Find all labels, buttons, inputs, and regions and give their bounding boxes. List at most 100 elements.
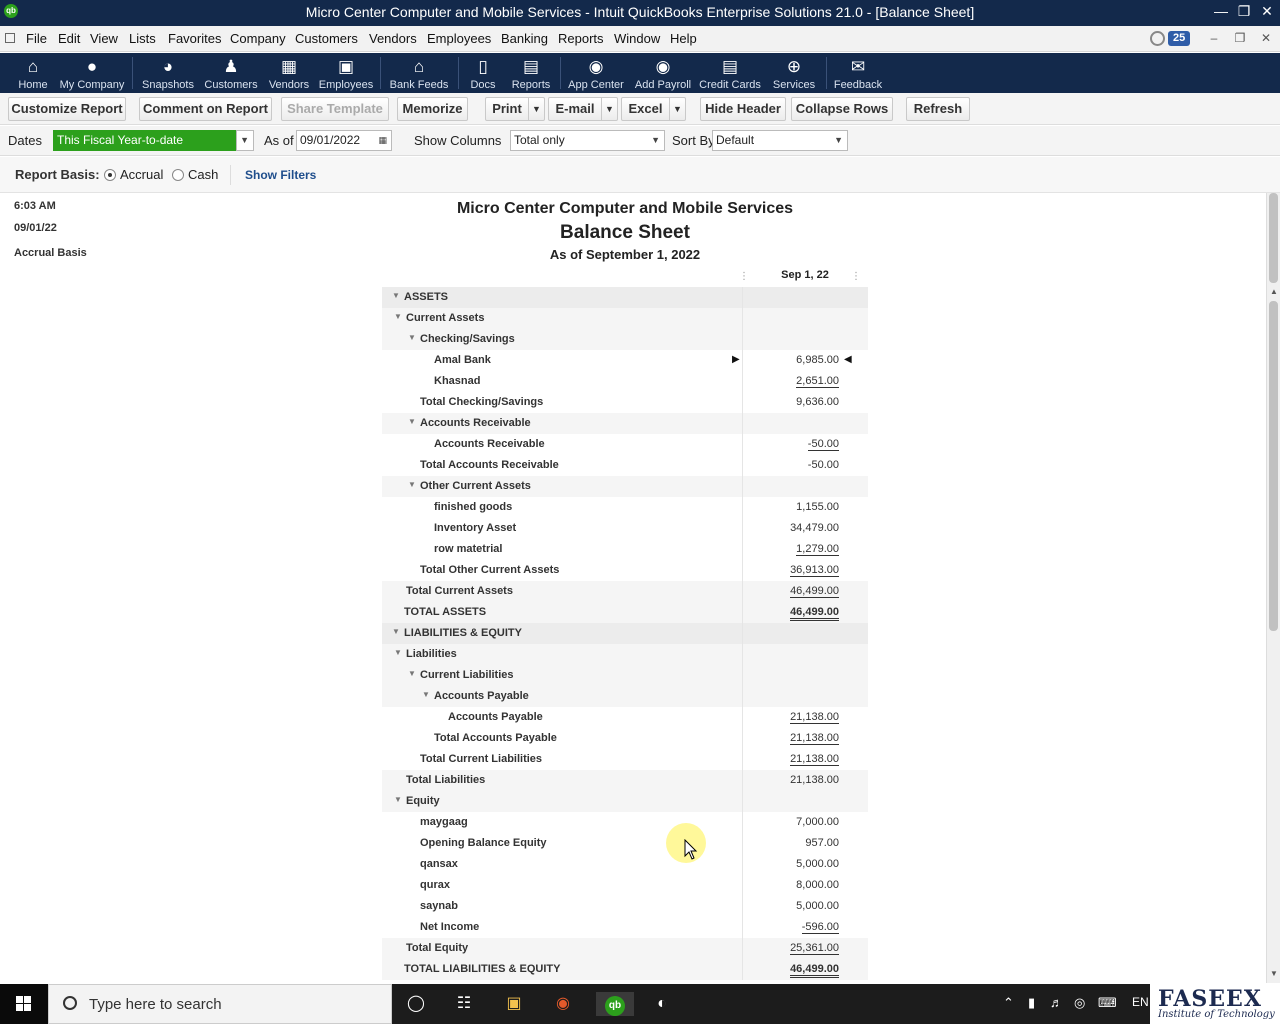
row-amount[interactable]: 21,138.00 (790, 753, 839, 766)
hide-header-button[interactable]: Hide Header (700, 97, 786, 121)
volume-icon[interactable]: ♬ (1050, 995, 1063, 1010)
restore-icon[interactable]: ❐ (1233, 3, 1255, 20)
menu-banking[interactable]: Banking (501, 31, 548, 46)
row-amount[interactable]: -596.00 (801, 921, 839, 934)
menu-help[interactable]: Help (670, 31, 697, 46)
task-view-icon[interactable]: ☷ (452, 992, 476, 1016)
row-amount[interactable]: 46,499.00 (790, 963, 839, 978)
collapse-triangle-icon[interactable]: ▼ (422, 690, 430, 699)
iconbar-credit-cards[interactable]: ▤ Credit Cards (698, 53, 762, 93)
row-amount[interactable]: 6,985.00 (796, 354, 839, 366)
report-row[interactable]: Total Accounts Receivable -50.00 (382, 455, 868, 476)
report-row[interactable]: Accounts Receivable -50.00 (382, 434, 868, 455)
iconbar-vendors[interactable]: ▦ Vendors (264, 53, 314, 93)
reminders-badge[interactable]: 25 (1168, 31, 1191, 46)
report-row[interactable]: ▼ LIABILITIES & EQUITY (382, 623, 868, 644)
collapse-triangle-icon[interactable]: ▼ (392, 627, 400, 636)
start-button[interactable] (0, 984, 48, 1024)
quickbooks-taskbar-icon[interactable]: qb (596, 992, 634, 1016)
report-row[interactable]: Total Liabilities 21,138.00 (382, 770, 868, 791)
email-button[interactable]: E-mail ▼ (548, 97, 618, 121)
menu-company[interactable]: Company (230, 31, 286, 46)
report-row[interactable]: saynab 5,000.00 (382, 896, 868, 917)
report-row[interactable]: qansax 5,000.00 (382, 854, 868, 875)
file-explorer-icon[interactable]: ▣ (502, 992, 526, 1016)
document-menu-icon[interactable] (5, 33, 15, 43)
iconbar-docs[interactable]: ▯ Docs (466, 53, 500, 93)
row-amount[interactable]: -50.00 (808, 459, 839, 471)
menu-reports[interactable]: Reports (558, 31, 604, 46)
iconbar-add-payroll[interactable]: ◉ Add Payroll (632, 53, 694, 93)
row-amount[interactable]: 9,636.00 (796, 396, 839, 408)
iconbar-employees[interactable]: ▣ Employees (318, 53, 374, 93)
report-row[interactable]: qurax 8,000.00 (382, 875, 868, 896)
report-row[interactable]: ▼ Accounts Receivable (382, 413, 868, 434)
row-amount[interactable]: 8,000.00 (796, 879, 839, 891)
menu-view[interactable]: View (90, 31, 118, 46)
report-row[interactable]: ▼ Equity (382, 791, 868, 812)
iconbar-snapshots[interactable]: ◕ Snapshots (140, 53, 196, 93)
row-amount[interactable]: 2,651.00 (796, 375, 839, 388)
calendar-icon[interactable]: ▦ (378, 131, 387, 150)
row-amount[interactable]: 7,000.00 (796, 816, 839, 828)
reminders-clock-icon[interactable] (1150, 31, 1165, 46)
report-row[interactable]: ▼ Current Assets (382, 308, 868, 329)
print-button[interactable]: Print ▼ (485, 97, 545, 121)
dates-select[interactable]: This Fiscal Year-to-date (53, 130, 237, 151)
report-row[interactable]: Net Income -596.00 (382, 917, 868, 938)
iconbar-feedback[interactable]: ✉ Feedback (832, 53, 884, 93)
row-amount[interactable]: 25,361.00 (790, 942, 839, 955)
iconbar-app-center[interactable]: ◉ App Center (566, 53, 626, 93)
report-row[interactable]: TOTAL LIABILITIES & EQUITY 46,499.00 (382, 959, 868, 980)
network-icon[interactable]: ◎ (1074, 995, 1085, 1011)
report-row[interactable]: Total Current Liabilities 21,138.00 (382, 749, 868, 770)
cash-radio[interactable] (172, 169, 184, 181)
excel-dropdown-icon[interactable]: ▼ (669, 98, 685, 120)
keyboard-icon[interactable]: ⌨ (1098, 995, 1117, 1011)
row-amount[interactable]: 5,000.00 (796, 858, 839, 870)
row-amount[interactable]: 21,138.00 (790, 774, 839, 786)
menu-favorites[interactable]: Favorites (168, 31, 221, 46)
collapse-triangle-icon[interactable]: ▼ (392, 291, 400, 300)
iconbar-customers[interactable]: ♟ Customers (202, 53, 260, 93)
show-filters-link[interactable]: Show Filters (245, 168, 316, 182)
collapse-triangle-icon[interactable]: ▼ (408, 480, 416, 489)
microphone-icon[interactable]: ▮ (1028, 995, 1035, 1011)
cortana-icon[interactable]: ◯ (404, 992, 428, 1016)
scroll-down-icon[interactable]: ▼ (1268, 969, 1280, 981)
row-amount[interactable]: 46,499.00 (790, 606, 839, 621)
share-template-button[interactable]: Share Template (281, 97, 389, 121)
mdi-minimize-icon[interactable]: – (1204, 31, 1224, 45)
as-of-date-input[interactable]: 09/01/2022 ▦ (296, 130, 392, 151)
email-dropdown-icon[interactable]: ▼ (601, 98, 617, 120)
report-row[interactable]: ▼ Liabilities (382, 644, 868, 665)
collapse-triangle-icon[interactable]: ▼ (408, 333, 416, 342)
row-amount[interactable]: 1,279.00 (796, 543, 839, 556)
report-row[interactable]: Total Other Current Assets 36,913.00 (382, 560, 868, 581)
row-amount[interactable]: 34,479.00 (790, 522, 839, 534)
recorder-icon[interactable]: ◐ (650, 992, 674, 1016)
row-amount[interactable]: 1,155.00 (796, 501, 839, 513)
column-resize-handle[interactable]: ⋮ (851, 271, 861, 282)
iconbar-home[interactable]: ⌂ Home (12, 53, 54, 93)
app-icon[interactable]: ◉ (551, 992, 575, 1016)
scroll-thumb[interactable] (1269, 301, 1278, 631)
report-row[interactable]: Opening Balance Equity 957.00 (382, 833, 868, 854)
report-row[interactable]: Amal Bank 6,985.00 ▶ ◀ (382, 350, 868, 371)
iconbar-my-company[interactable]: ● My Company (58, 53, 126, 93)
iconbar-bank-feeds[interactable]: ⌂ Bank Feeds (388, 53, 450, 93)
collapse-triangle-icon[interactable]: ▼ (408, 417, 416, 426)
refresh-button[interactable]: Refresh (906, 97, 970, 121)
mdi-close-icon[interactable]: ✕ (1256, 31, 1276, 45)
show-columns-select[interactable]: Total only ▼ (510, 130, 665, 151)
row-amount[interactable]: 957.00 (805, 837, 839, 849)
collapse-triangle-icon[interactable]: ▼ (394, 312, 402, 321)
report-row[interactable]: maygaag 7,000.00 (382, 812, 868, 833)
excel-button[interactable]: Excel ▼ (621, 97, 686, 121)
report-row[interactable]: ▼ Other Current Assets (382, 476, 868, 497)
collapse-triangle-icon[interactable]: ▼ (394, 648, 402, 657)
menu-customers[interactable]: Customers (295, 31, 358, 46)
report-row[interactable]: Total Current Assets 46,499.00 (382, 581, 868, 602)
report-row[interactable]: Total Equity 25,361.00 (382, 938, 868, 959)
close-icon[interactable]: ✕ (1256, 3, 1278, 20)
